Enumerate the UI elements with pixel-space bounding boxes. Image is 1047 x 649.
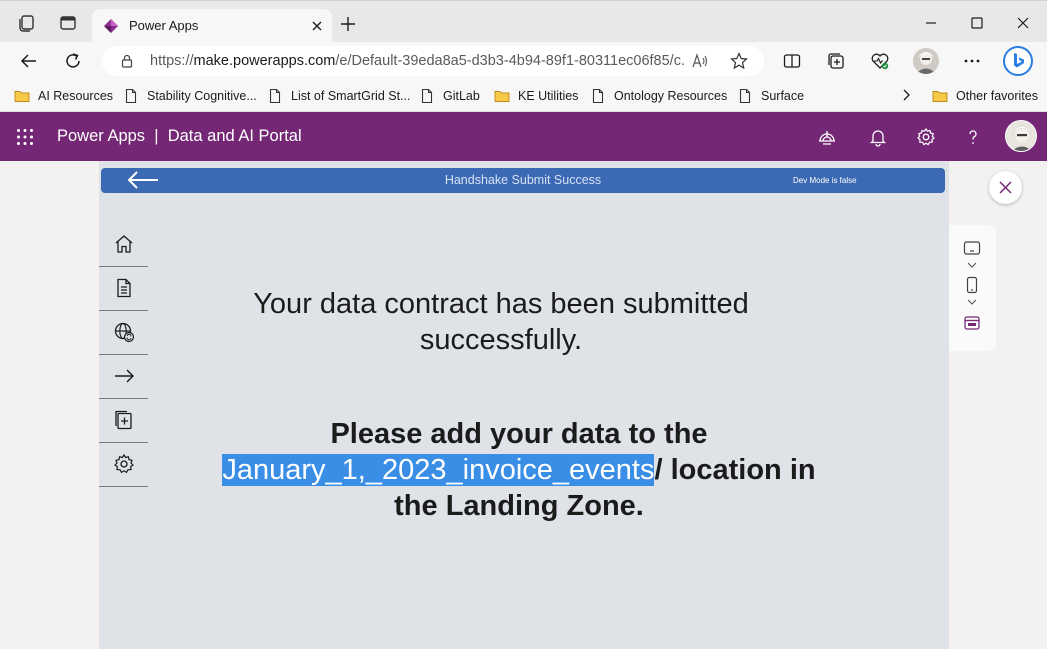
- favorite-smartgrid-list[interactable]: List of SmartGrid St...: [267, 86, 410, 106]
- folder-icon: [494, 91, 510, 102]
- workspaces-icon[interactable]: [17, 13, 37, 33]
- read-aloud-icon[interactable]: [691, 52, 709, 70]
- more-options-icon[interactable]: [962, 51, 982, 71]
- address-bar[interactable]: https://make.powerapps.com/e/Default-39e…: [102, 46, 764, 76]
- refresh-icon[interactable]: [63, 51, 83, 71]
- favorite-ke-utilities[interactable]: KE Utilities: [494, 86, 578, 106]
- phone-icon[interactable]: [963, 276, 981, 294]
- landing-zone-instruction: Please add your data to the January_1,_2…: [222, 418, 816, 522]
- url-text[interactable]: https://make.powerapps.com/e/Default-39e…: [150, 53, 685, 69]
- page-icon: [421, 88, 433, 104]
- favorite-label: Stability Cognitive...: [147, 89, 257, 103]
- nav-document[interactable]: [99, 267, 148, 311]
- split-screen-icon[interactable]: [782, 51, 802, 71]
- page-icon: [269, 88, 281, 104]
- nav-home[interactable]: [99, 223, 148, 267]
- nav-settings[interactable]: [99, 443, 148, 487]
- tab-actions-icon[interactable]: [58, 13, 78, 33]
- add-page-icon: [115, 410, 132, 430]
- favorite-stability-cognitive[interactable]: Stability Cognitive...: [123, 86, 257, 106]
- device-preview-panel: [949, 225, 996, 351]
- favorite-ai-resources[interactable]: AI Resources: [14, 86, 113, 106]
- close-window-icon[interactable]: [1013, 13, 1033, 33]
- favorites-bar: AI Resources Stability Cognitive... List…: [0, 80, 1047, 112]
- user-avatar[interactable]: [1005, 120, 1037, 152]
- favorite-other-favorites[interactable]: Other favorites: [932, 86, 1038, 106]
- close-preview-button[interactable]: [989, 171, 1022, 204]
- bing-copilot-icon[interactable]: [1003, 46, 1033, 76]
- minimize-icon[interactable]: [921, 13, 941, 33]
- chevron-down-icon[interactable]: [966, 261, 978, 269]
- home-icon: [115, 235, 133, 253]
- chevron-right-icon[interactable]: [898, 87, 914, 103]
- favorite-label: GitLab: [443, 89, 480, 103]
- chevron-down-icon[interactable]: [966, 298, 978, 306]
- favorite-label: AI Resources: [38, 89, 114, 103]
- submission-success-message: Your data contract has been submitted su…: [253, 288, 749, 356]
- favorite-label: Ontology Resources: [614, 89, 728, 103]
- favorite-label: List of SmartGrid St...: [291, 89, 411, 103]
- studio-workspace: Handshake Submit Success Dev Mode is fal…: [0, 161, 1047, 649]
- page-icon: [592, 88, 604, 104]
- favorite-ontology-resources[interactable]: Ontology Resources: [590, 86, 727, 106]
- collections-icon[interactable]: [826, 51, 846, 71]
- close-icon: [999, 181, 1012, 194]
- page-icon: [739, 88, 751, 104]
- favorite-label: Other favorites: [956, 89, 1038, 103]
- page-icon: [125, 88, 137, 104]
- bell-icon[interactable]: [868, 127, 888, 147]
- favorite-label: Surface: [761, 89, 805, 103]
- document-icon: [117, 278, 131, 298]
- browser-tab-strip: Power Apps: [0, 0, 1047, 43]
- favorite-label: KE Utilities: [518, 89, 579, 103]
- help-icon[interactable]: [963, 127, 983, 147]
- profile-avatar[interactable]: [913, 48, 939, 74]
- app-launcher-icon[interactable]: [16, 128, 34, 146]
- close-tab-icon[interactable]: [310, 19, 324, 33]
- app-title-bar: Handshake Submit Success Dev Mode is fal…: [101, 168, 945, 193]
- favorite-surface[interactable]: Surface: [737, 86, 804, 106]
- arrow-right-icon: [115, 369, 134, 383]
- app-side-nav: [99, 223, 148, 487]
- page-title: Power Apps | Data and AI Portal: [57, 127, 302, 145]
- folder-icon: [14, 91, 30, 102]
- app-preview-canvas: Handshake Submit Success Dev Mode is fal…: [99, 161, 949, 649]
- new-tab-icon[interactable]: [340, 16, 356, 32]
- nav-globe-sync[interactable]: [99, 311, 148, 355]
- maximize-icon[interactable]: [967, 13, 987, 33]
- folder-icon: [932, 91, 948, 102]
- environment-icon[interactable]: [817, 127, 837, 147]
- tab-title: Power Apps: [129, 18, 199, 33]
- nav-arrow-right[interactable]: [99, 355, 148, 399]
- tab-power-apps[interactable]: Power Apps: [92, 9, 332, 43]
- settings-icon[interactable]: [916, 127, 936, 147]
- back-icon[interactable]: [19, 51, 39, 71]
- dev-mode-label: Dev Mode is false: [793, 176, 857, 185]
- gear-icon: [114, 453, 134, 474]
- lock-icon[interactable]: [120, 54, 134, 68]
- globe-sync-icon: [114, 322, 135, 343]
- favorite-star-icon[interactable]: [730, 52, 748, 70]
- browser-toolbar: https://make.powerapps.com/e/Default-39e…: [0, 42, 1047, 80]
- browser-essentials-icon[interactable]: [870, 51, 890, 71]
- favorite-gitlab[interactable]: GitLab: [419, 86, 480, 106]
- web-preview-icon[interactable]: [963, 314, 981, 332]
- nav-add-page[interactable]: [99, 399, 148, 443]
- power-apps-logo-icon: [103, 18, 119, 34]
- power-apps-header: Power Apps | Data and AI Portal: [0, 112, 1047, 161]
- selected-folder-name[interactable]: January_1,_2023_invoice_events: [222, 454, 655, 486]
- tablet-icon[interactable]: [963, 239, 981, 257]
